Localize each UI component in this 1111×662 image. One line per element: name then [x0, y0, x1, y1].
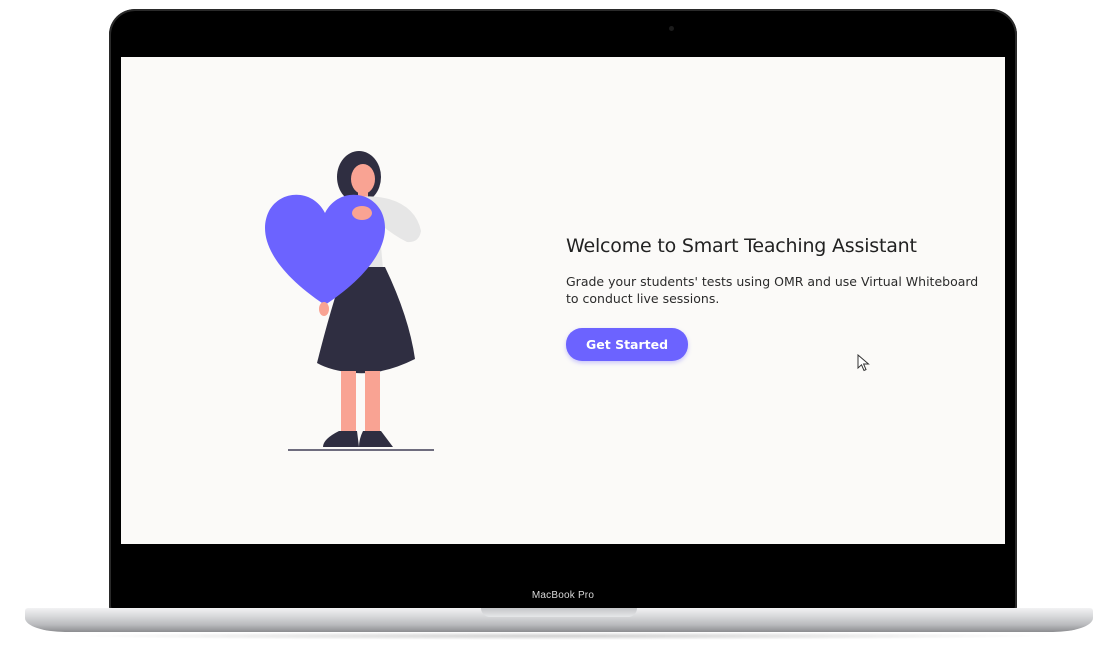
get-started-button[interactable]: Get Started: [566, 328, 689, 361]
laptop-mockup: Welcome to Smart Teaching Assistant Grad…: [0, 0, 1111, 662]
page-subtitle: Grade your students' tests using OMR and…: [566, 274, 979, 306]
laptop-shadow: [60, 632, 1060, 640]
laptop-notch: [481, 608, 637, 617]
app-screen: Welcome to Smart Teaching Assistant Grad…: [121, 57, 1005, 544]
woman-holding-heart-illustration: [265, 151, 434, 451]
device-label: MacBook Pro: [531, 590, 595, 601]
mouse-pointer-icon: [857, 354, 870, 372]
webcam-icon: [669, 26, 674, 31]
page-title: Welcome to Smart Teaching Assistant: [566, 235, 917, 257]
welcome-panel: Welcome to Smart Teaching Assistant Grad…: [566, 235, 986, 361]
